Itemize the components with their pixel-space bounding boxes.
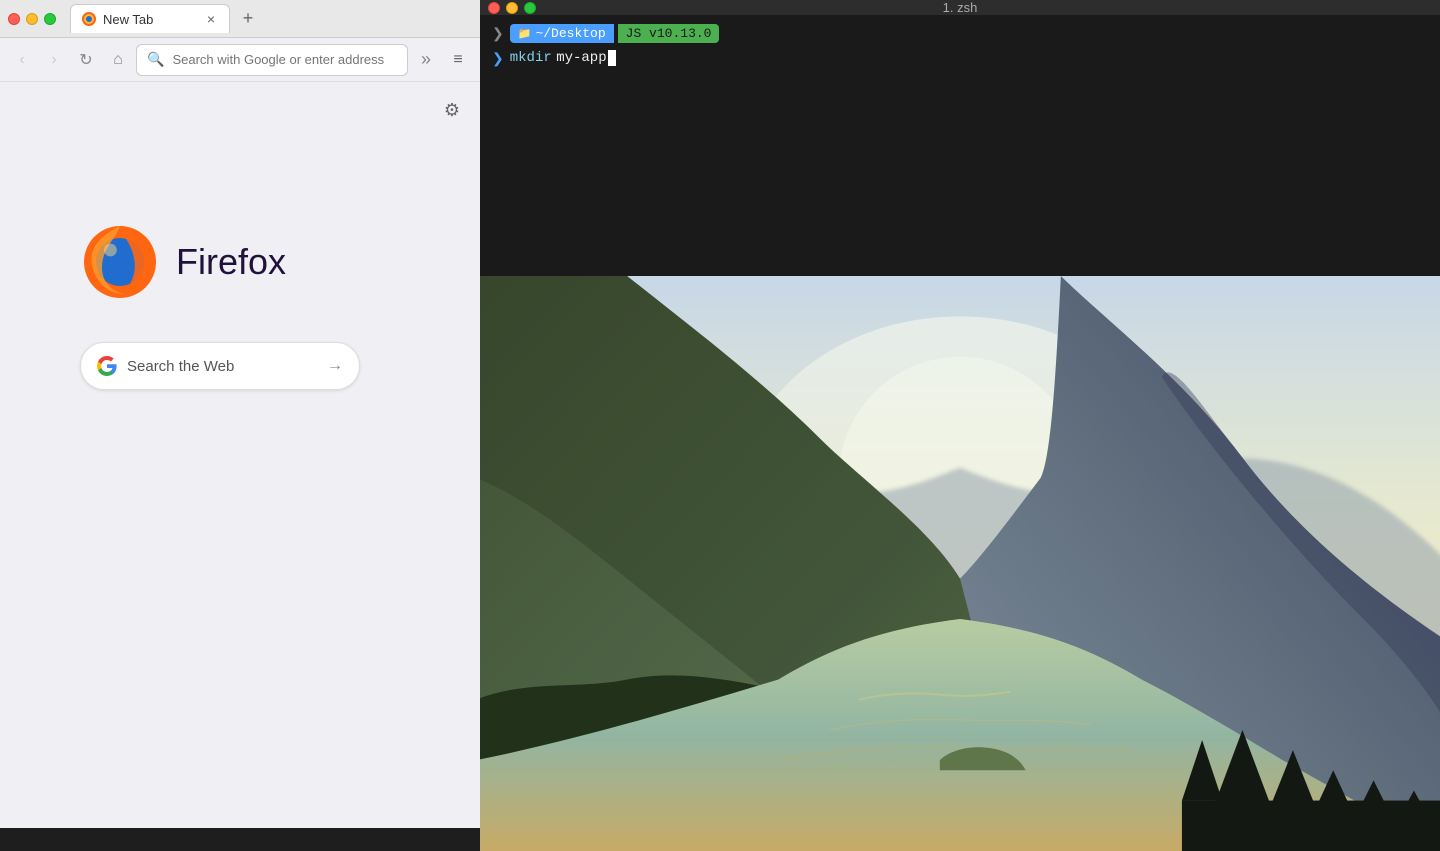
node-version-label: JS v10.13.0: [626, 26, 712, 41]
traffic-lights: [8, 13, 56, 25]
close-button[interactable]: [8, 13, 20, 25]
maximize-button[interactable]: [44, 13, 56, 25]
terminal-minimize-button[interactable]: [506, 2, 518, 14]
nav-menu-button[interactable]: ≡: [444, 46, 472, 74]
firefox-title: Firefox: [176, 241, 286, 283]
folder-icon: 📁: [518, 27, 532, 41]
cmd-arrow-icon: ❯: [492, 50, 504, 67]
address-input[interactable]: [172, 52, 397, 67]
terminal-title-label: 1. zsh: [943, 0, 978, 15]
google-search-bar[interactable]: Search the Web →: [80, 342, 360, 390]
prompt-directory: 📁 ~/Desktop: [510, 24, 614, 43]
nav-bar: ‹ › ↻ ⌂ 🔍 » ≡: [0, 38, 480, 82]
search-bar-label: Search the Web: [127, 358, 317, 375]
terminal-close-button[interactable]: [488, 2, 500, 14]
new-tab-button[interactable]: +: [234, 5, 262, 33]
firefox-window: New Tab × + ‹ › ↻ ⌂ 🔍 » ≡ ⚙: [0, 0, 480, 828]
tab-close-button[interactable]: ×: [203, 11, 219, 27]
prompt-arrow-icon: ❯: [492, 25, 504, 42]
content-settings-button[interactable]: ⚙: [436, 94, 468, 126]
nav-overflow-button[interactable]: »: [412, 46, 440, 74]
reload-button[interactable]: ↻: [72, 46, 100, 74]
firefox-logo: [80, 222, 160, 302]
address-search-icon: 🔍: [147, 51, 164, 68]
address-bar[interactable]: 🔍: [136, 44, 408, 76]
tab-favicon: [81, 11, 97, 27]
tab-title: New Tab: [103, 12, 197, 27]
landscape-image: [480, 276, 1440, 851]
terminal-body: ❯ 📁 ~/Desktop JS v10.13.0 ❯ mkdir my-app: [480, 16, 1440, 851]
google-g-icon: [97, 356, 117, 376]
terminal-cursor: [608, 50, 616, 66]
terminal-command-line: ❯ mkdir my-app: [492, 49, 1428, 67]
prompt-node-version: JS v10.13.0: [618, 24, 720, 43]
terminal-landscape-pane: [480, 276, 1440, 851]
active-tab[interactable]: New Tab ×: [70, 4, 230, 33]
terminal-window: 1. zsh ❯ 📁 ~/Desktop JS v10.13.0 ❯ mkdir: [480, 0, 1440, 828]
minimize-button[interactable]: [26, 13, 38, 25]
back-button[interactable]: ‹: [8, 46, 36, 74]
search-arrow-icon: →: [327, 357, 343, 375]
cmd-keyword: mkdir: [510, 50, 552, 66]
browser-content: ⚙ Firefox: [0, 82, 480, 828]
forward-button[interactable]: ›: [40, 46, 68, 74]
home-button[interactable]: ⌂: [104, 46, 132, 74]
terminal-maximize-button[interactable]: [524, 2, 536, 14]
terminal-title-bar: 1. zsh: [480, 0, 1440, 16]
terminal-prompt-line: ❯ 📁 ~/Desktop JS v10.13.0: [492, 24, 1428, 43]
title-bar: New Tab × +: [0, 0, 480, 38]
terminal-traffic-lights: [488, 2, 536, 14]
prompt-dir-label: ~/Desktop: [535, 26, 605, 41]
cmd-argument: my-app: [556, 50, 606, 66]
tab-bar: New Tab × +: [70, 4, 472, 33]
terminal-pane-top[interactable]: ❯ 📁 ~/Desktop JS v10.13.0 ❯ mkdir my-app: [480, 16, 1440, 276]
firefox-branding: Firefox: [80, 222, 286, 302]
